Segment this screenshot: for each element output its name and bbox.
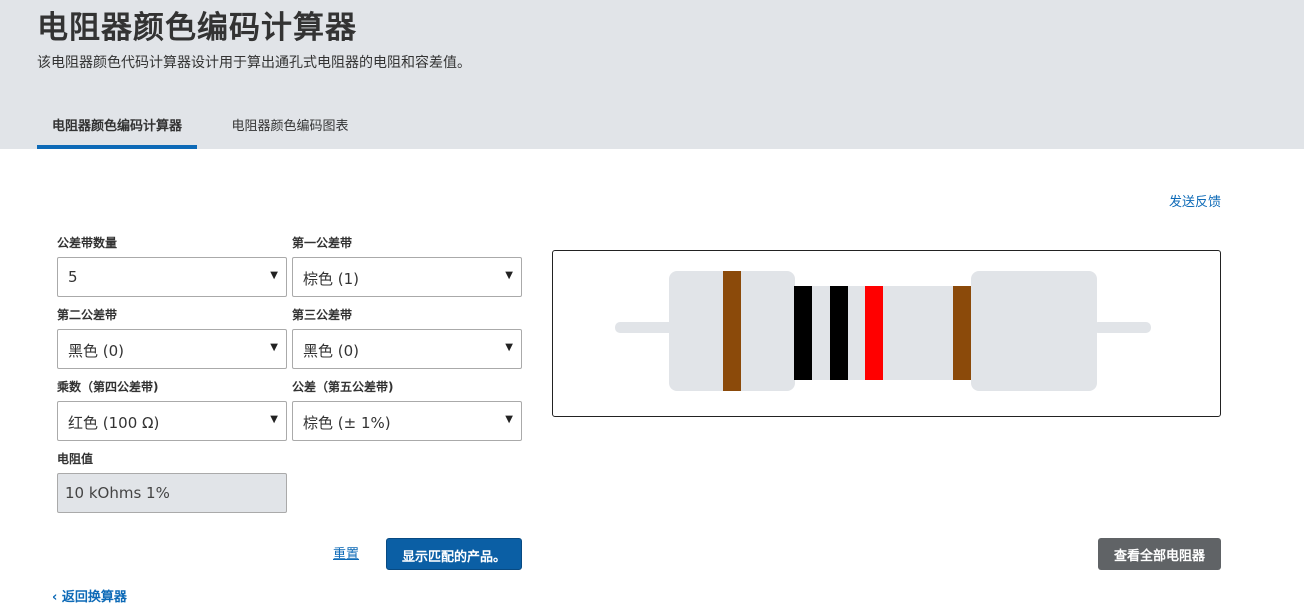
chevron-left-icon: ‹ <box>52 590 58 605</box>
band2-label: 第二公差带 <box>57 308 118 322</box>
resistor-cap-right <box>971 271 1097 391</box>
resistor-graphic <box>615 271 1151 391</box>
reset-link[interactable]: 重置 <box>333 543 359 562</box>
resistance-output: 10 kOhms 1% <box>57 473 287 513</box>
band-count-select[interactable]: 5 ▼ <box>57 257 287 297</box>
show-products-button[interactable]: 显示匹配的产品。 <box>386 538 522 570</box>
caret-down-icon: ▼ <box>270 342 278 353</box>
band3-label: 第三公差带 <box>292 308 353 322</box>
feedback-link[interactable]: 发送反馈 <box>1169 191 1221 210</box>
band3-value: 黑色 (0) <box>303 342 360 360</box>
resistor-band-1 <box>723 271 741 391</box>
resistor-body-middle <box>789 286 979 380</box>
resistor-band-2 <box>794 286 812 380</box>
tolerance-select[interactable]: 棕色 (± 1%) ▼ <box>292 401 522 441</box>
multiplier-label: 乘数（第四公差带) <box>57 380 159 394</box>
tolerance-label: 公差（第五公差带) <box>292 380 394 394</box>
resistor-lead-right <box>1093 322 1151 333</box>
band-count-label: 公差带数量 <box>57 236 118 250</box>
page-header: 电阻器颜色编码计算器 该电阻器颜色代码计算器设计用于算出通孔式电阻器的电阻和容差… <box>0 0 1304 149</box>
page-title: 电阻器颜色编码计算器 <box>37 10 357 46</box>
back-link[interactable]: ‹ 返回换算器 <box>52 586 127 605</box>
resistor-band-3 <box>830 286 848 380</box>
caret-down-icon: ▼ <box>270 270 278 281</box>
caret-down-icon: ▼ <box>270 414 278 425</box>
back-link-label: 返回换算器 <box>61 590 127 605</box>
multiplier-value: 红色 (100 Ω) <box>68 414 160 432</box>
band2-value: 黑色 (0) <box>68 342 125 360</box>
tolerance-value: 棕色 (± 1%) <box>303 414 391 432</box>
caret-down-icon: ▼ <box>505 342 513 353</box>
tab-calculator[interactable]: 电阻器颜色编码计算器 <box>37 115 197 149</box>
caret-down-icon: ▼ <box>505 270 513 281</box>
caret-down-icon: ▼ <box>505 414 513 425</box>
resistor-band-multiplier <box>865 286 883 380</box>
band3-select[interactable]: 黑色 (0) ▼ <box>292 329 522 369</box>
band1-value: 棕色 (1) <box>303 270 360 288</box>
resistance-label: 电阻值 <box>57 452 94 466</box>
resistor-band-tolerance <box>953 286 971 380</box>
tab-chart[interactable]: 电阻器颜色编码图表 <box>220 115 360 149</box>
multiplier-select[interactable]: 红色 (100 Ω) ▼ <box>57 401 287 441</box>
band2-select[interactable]: 黑色 (0) ▼ <box>57 329 287 369</box>
band-count-value: 5 <box>68 268 78 286</box>
band1-select[interactable]: 棕色 (1) ▼ <box>292 257 522 297</box>
band1-label: 第一公差带 <box>292 236 353 250</box>
view-all-resistors-button[interactable]: 查看全部电阻器 <box>1098 538 1221 570</box>
page-subtitle: 该电阻器颜色代码计算器设计用于算出通孔式电阻器的电阻和容差值。 <box>37 55 471 71</box>
resistor-preview <box>552 250 1221 417</box>
